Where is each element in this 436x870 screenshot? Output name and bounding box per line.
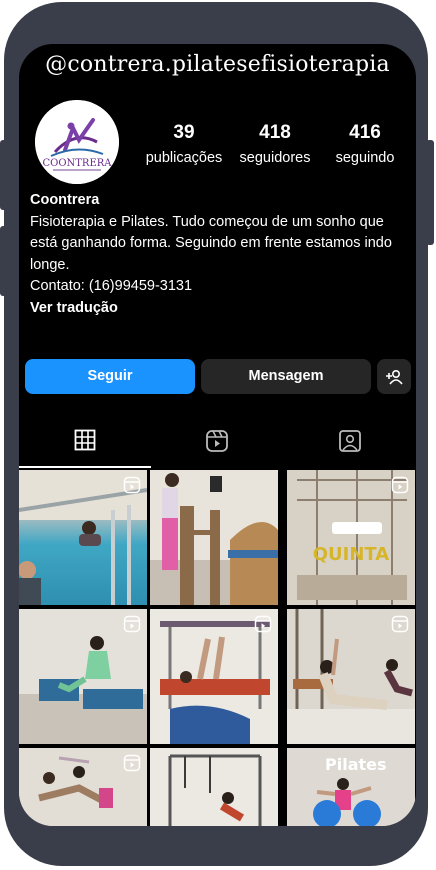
tab-reels[interactable] <box>151 414 283 468</box>
reel-badge-icon <box>123 476 141 494</box>
grid-icon <box>74 429 96 451</box>
post-tower-image <box>150 748 278 826</box>
reel-badge-icon <box>123 615 141 633</box>
stat-following[interactable]: 416 seguindo <box>320 122 410 166</box>
stat-posts-value: 39 <box>173 122 195 143</box>
add-person-icon <box>386 369 403 385</box>
post-overlay-text: Pilates <box>325 755 387 774</box>
logo-pilates-figure-icon: COONTRERA <box>35 100 119 184</box>
tagged-icon <box>339 430 361 452</box>
reels-icon <box>206 430 228 452</box>
post-tile[interactable] <box>150 748 278 826</box>
tab-posts[interactable] <box>19 414 151 468</box>
post-tile[interactable]: Pilates <box>287 748 415 826</box>
suggest-user-button[interactable] <box>377 359 411 394</box>
profile-handle: @contrera.pilatesefisioterapia <box>45 52 390 77</box>
profile-bio: Coontrera Fisioterapia e Pilates. Tudo c… <box>30 190 410 319</box>
post-tile[interactable]: QUINTA <box>287 470 415 605</box>
post-overlay-text: QUINTA <box>313 544 390 565</box>
post-tile[interactable] <box>19 470 147 605</box>
stat-posts[interactable]: 39 publicações <box>139 122 229 166</box>
stat-followers-value: 418 <box>259 122 291 143</box>
post-tile[interactable] <box>287 609 415 744</box>
stat-following-value: 416 <box>349 122 381 143</box>
reel-badge-icon <box>391 615 409 633</box>
bio-contact: Contato: (16)99459-3131 <box>30 278 193 294</box>
message-button[interactable]: Mensagem <box>201 359 371 394</box>
stat-followers[interactable]: 418 seguidores <box>230 122 320 166</box>
post-tile[interactable] <box>19 609 147 744</box>
profile-screen: @contrera.pilatesefisioterapia COONTRERA… <box>19 44 416 826</box>
post-tile[interactable] <box>150 470 278 605</box>
bio-text: Fisioterapia e Pilates. Tudo começou de … <box>30 213 392 273</box>
reel-badge-icon <box>254 615 272 633</box>
post-tile[interactable] <box>19 748 147 826</box>
logo-text: COONTRERA <box>42 158 112 169</box>
stat-posts-label: publicações <box>145 150 223 166</box>
translate-link[interactable]: Ver tradução <box>30 298 410 320</box>
profile-name: Coontrera <box>30 192 100 208</box>
reel-badge-icon <box>123 754 141 772</box>
profile-tabs <box>19 414 416 468</box>
post-barrel-image <box>150 470 278 605</box>
stat-following-label: seguindo <box>335 150 395 166</box>
avatar[interactable]: COONTRERA <box>35 100 119 184</box>
follow-button[interactable]: Seguir <box>25 359 195 394</box>
reel-badge-icon <box>391 476 409 494</box>
tab-tagged[interactable] <box>284 414 416 468</box>
post-ball-image: Pilates <box>287 748 415 826</box>
stat-followers-label: seguidores <box>239 150 311 166</box>
post-tile[interactable] <box>150 609 278 744</box>
